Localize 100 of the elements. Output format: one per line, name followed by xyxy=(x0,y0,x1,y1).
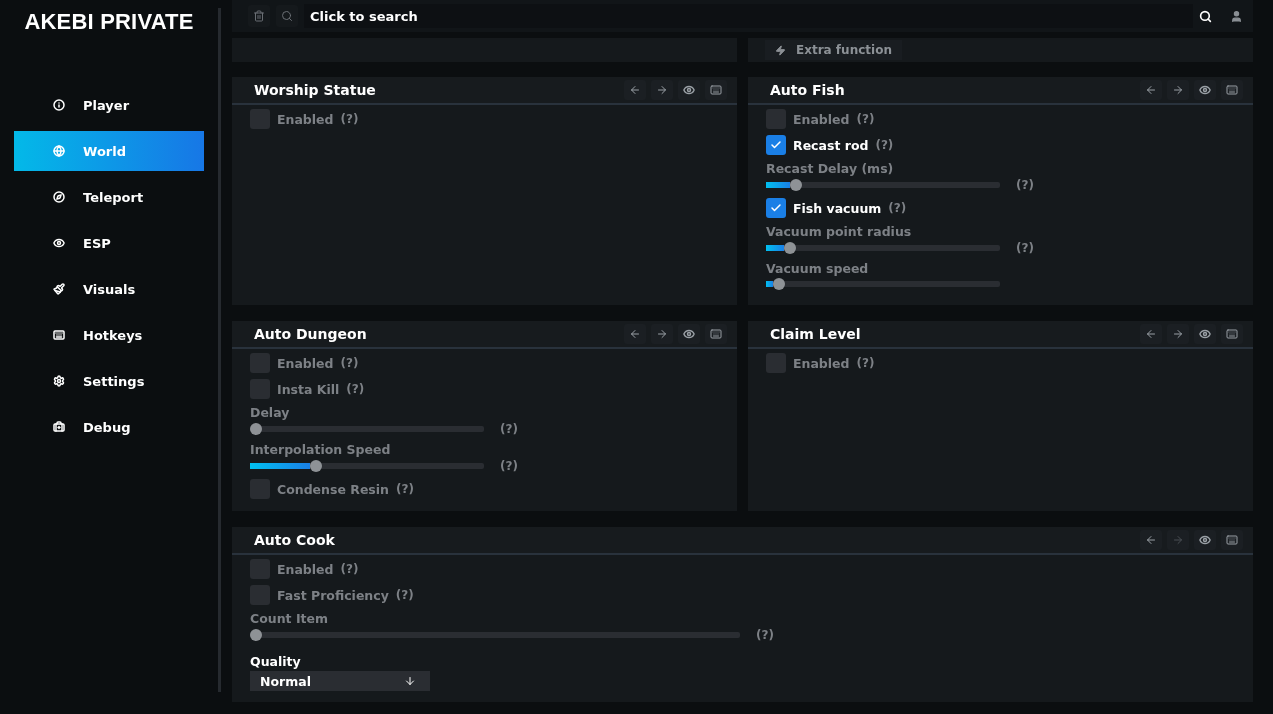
user-icon[interactable] xyxy=(1230,9,1243,23)
panel-title: Auto Dungeon xyxy=(254,326,368,342)
eye-icon xyxy=(683,84,695,96)
checkbox-label: Enabled xyxy=(277,111,334,127)
checkbox[interactable] xyxy=(766,135,786,155)
eye-icon xyxy=(1199,84,1211,96)
help-mark[interactable]: (?) xyxy=(1016,178,1034,192)
checkbox-label: Insta Kill xyxy=(277,381,340,397)
keyboard-button[interactable] xyxy=(1221,324,1243,344)
slider-thumb[interactable] xyxy=(772,278,785,290)
checkbox[interactable] xyxy=(766,198,786,218)
arrow-left-icon xyxy=(629,84,641,96)
keyboard-button[interactable] xyxy=(1221,530,1243,550)
slider-track[interactable] xyxy=(766,278,1000,290)
keyboard-icon xyxy=(53,329,65,341)
slider-thumb[interactable] xyxy=(783,242,796,254)
arrow-left-button[interactable] xyxy=(624,324,646,344)
slider-thumb[interactable] xyxy=(790,179,803,191)
app-logo: AKEBI PRIVATE xyxy=(24,9,194,36)
arrow-left-button[interactable] xyxy=(1140,324,1162,344)
slider-thumb[interactable] xyxy=(250,629,262,641)
search-icon[interactable] xyxy=(1199,9,1212,23)
checkbox-label: Enabled xyxy=(793,111,850,127)
slider-label: Count Item xyxy=(250,611,329,626)
help-mark[interactable]: (?) xyxy=(395,588,414,602)
checkbox-label: Enabled xyxy=(793,355,850,371)
help-mark[interactable]: (?) xyxy=(396,482,414,496)
keyboard-button[interactable] xyxy=(705,324,727,344)
arrow-right-button[interactable] xyxy=(1167,324,1189,344)
panel-title: Auto Fish xyxy=(770,82,846,98)
arrow-left-button[interactable] xyxy=(1140,530,1162,550)
slider-track[interactable] xyxy=(766,242,1000,254)
arrow-right-button[interactable] xyxy=(1167,80,1189,100)
eye-icon xyxy=(1199,328,1211,340)
help-mark[interactable]: (?) xyxy=(875,138,894,152)
arrow-right-icon xyxy=(1172,534,1184,546)
toolbox-icon xyxy=(53,421,65,433)
help-mark[interactable]: (?) xyxy=(340,112,359,126)
help-mark[interactable]: (?) xyxy=(1016,241,1034,255)
search-icon xyxy=(281,10,293,22)
arrow-left-button[interactable] xyxy=(1140,80,1162,100)
brush-icon xyxy=(53,283,65,295)
slider-track[interactable] xyxy=(250,423,484,435)
help-mark[interactable]: (?) xyxy=(500,459,518,473)
help-mark[interactable]: (?) xyxy=(500,422,518,436)
slider-track[interactable] xyxy=(766,179,1000,191)
slider-label: Interpolation Speed xyxy=(250,442,392,457)
arrow-right-icon xyxy=(656,84,668,96)
arrow-down-icon xyxy=(404,675,416,687)
sidebar-item[interactable]: Debug xyxy=(14,407,204,447)
eye-button[interactable] xyxy=(1194,80,1216,100)
keyboard-icon xyxy=(1226,534,1238,546)
check-icon xyxy=(770,202,782,214)
slider-track[interactable] xyxy=(250,460,484,472)
sidebar-item[interactable]: Visuals xyxy=(14,269,204,309)
arrow-right-button[interactable] xyxy=(651,80,673,100)
slider-label: Vacuum speed xyxy=(766,261,870,276)
checkbox-label: Enabled xyxy=(277,561,334,577)
eye-button[interactable] xyxy=(1194,324,1216,344)
checkbox-label: Enabled xyxy=(277,355,334,371)
search-field[interactable]: Click to search xyxy=(304,4,1193,28)
keyboard-button[interactable] xyxy=(1221,80,1243,100)
sidebar-item[interactable]: ESP xyxy=(14,223,204,263)
help-mark[interactable]: (?) xyxy=(756,628,774,642)
sidebar-item[interactable]: Hotkeys xyxy=(14,315,204,355)
arrow-right-icon xyxy=(656,328,668,340)
extra-function-button[interactable]: Extra function xyxy=(765,40,902,60)
keyboard-icon xyxy=(1226,84,1238,96)
eye-button[interactable] xyxy=(678,80,700,100)
arrow-left-button[interactable] xyxy=(624,80,646,100)
help-mark[interactable]: (?) xyxy=(340,356,359,370)
keyboard-button[interactable] xyxy=(705,80,727,100)
sidebar-item[interactable]: World xyxy=(14,131,204,171)
arrow-left-icon xyxy=(629,328,641,340)
help-mark[interactable]: (?) xyxy=(340,562,359,576)
keyboard-icon xyxy=(710,84,722,96)
trash-button[interactable] xyxy=(248,5,270,27)
sidebar-item[interactable]: Teleport xyxy=(14,177,204,217)
sidebar-item[interactable]: Settings xyxy=(14,361,204,401)
panel-title: Worship Statue xyxy=(254,82,377,98)
help-mark[interactable]: (?) xyxy=(346,382,365,396)
trash-icon xyxy=(253,10,265,22)
slider-thumb[interactable] xyxy=(309,460,322,472)
dropdown[interactable]: Normal xyxy=(250,671,430,691)
arrow-right-button[interactable] xyxy=(651,324,673,344)
slider-track[interactable] xyxy=(250,629,740,641)
sidebar-item[interactable]: Player xyxy=(14,85,204,125)
eye-icon xyxy=(53,237,65,249)
dropdown-label: Quality xyxy=(250,654,302,669)
eye-button[interactable] xyxy=(678,324,700,344)
slider-label: Vacuum point radius xyxy=(766,224,913,239)
help-mark[interactable]: (?) xyxy=(856,112,875,126)
help-mark[interactable]: (?) xyxy=(888,201,907,215)
arrow-left-icon xyxy=(1145,328,1157,340)
eye-button[interactable] xyxy=(1194,530,1216,550)
help-mark[interactable]: (?) xyxy=(856,356,875,370)
checkbox-label: Fish vacuum xyxy=(793,200,882,216)
slider-thumb[interactable] xyxy=(250,423,262,435)
checkbox-label: Fast Proficiency xyxy=(277,587,389,603)
arrow-right-icon xyxy=(1172,84,1184,96)
